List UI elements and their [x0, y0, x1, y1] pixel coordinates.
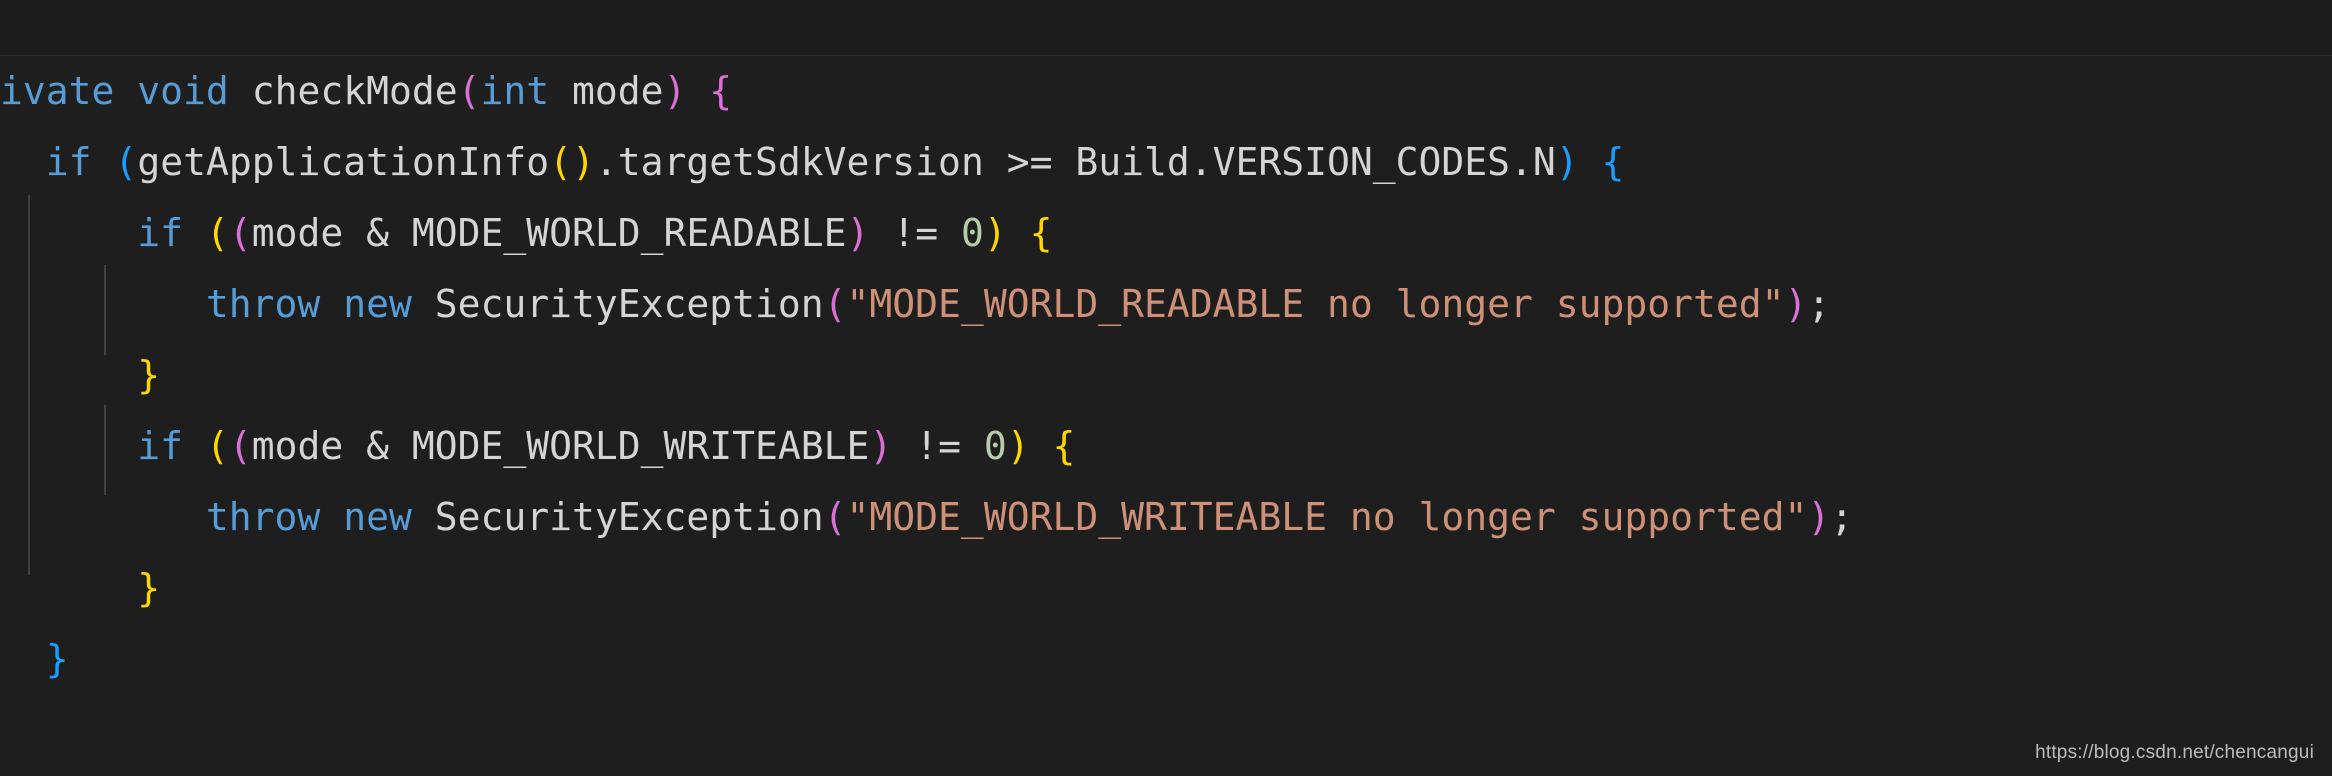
code-token: }	[137, 353, 161, 397]
code-token: (	[823, 495, 847, 539]
indent-guide-line	[104, 405, 106, 495]
code-token: .targetSdkVersion >= Build.VERSION_CODES…	[594, 140, 1556, 184]
code-token: "MODE_WORLD_WRITEABLE no longer supporte…	[846, 495, 1808, 539]
code-token: void	[137, 69, 229, 113]
code-token: )	[846, 211, 870, 255]
code-line[interactable]: if ((mode & MODE_WORLD_READABLE) != 0) {	[0, 198, 2332, 269]
watermark-url: https://blog.csdn.net/chencangui	[2035, 742, 2314, 763]
code-token: throw	[205, 495, 321, 539]
code-token: }	[45, 637, 69, 681]
code-line[interactable]: }	[0, 340, 2332, 411]
code-token: (	[457, 69, 481, 113]
code-token: getApplicationInfo	[137, 140, 550, 184]
code-token: SecurityException	[434, 495, 824, 539]
code-token: !=	[869, 211, 961, 255]
code-token: if	[45, 140, 92, 184]
code-token: )	[1807, 495, 1831, 539]
code-token: {	[1052, 424, 1076, 468]
code-token: 0	[960, 211, 984, 255]
code-line[interactable]: }	[0, 553, 2332, 624]
code-token: ;	[1830, 495, 1854, 539]
code-token: mode & MODE_WORLD_READABLE	[251, 211, 847, 255]
code-token: (	[114, 140, 138, 184]
code-line[interactable]: if (getApplicationInfo().targetSdkVersio…	[0, 127, 2332, 198]
code-token: checkMode	[251, 69, 458, 113]
code-token: mode	[549, 69, 664, 113]
code-token: )	[869, 424, 893, 468]
code-content[interactable]: ivate void checkMode(int mode) { if (get…	[0, 56, 2332, 695]
code-token: SecurityException	[434, 282, 824, 326]
indent-guide-line	[104, 265, 106, 355]
code-token: if	[137, 211, 184, 255]
code-token: ;	[1807, 282, 1831, 326]
code-token: ivate	[0, 69, 115, 113]
code-token: new	[343, 282, 412, 326]
code-token: {	[1029, 211, 1053, 255]
code-token: "MODE_WORLD_READABLE no longer supported…	[846, 282, 1785, 326]
code-token: (	[205, 211, 229, 255]
code-token: )	[983, 211, 1007, 255]
code-token: )	[1555, 140, 1579, 184]
code-token: new	[343, 495, 412, 539]
code-token: mode & MODE_WORLD_WRITEABLE	[251, 424, 870, 468]
code-token: (	[205, 424, 229, 468]
code-token: }	[137, 566, 161, 610]
code-token: (	[228, 424, 252, 468]
code-line[interactable]: if ((mode & MODE_WORLD_WRITEABLE) != 0) …	[0, 411, 2332, 482]
code-token: {	[709, 69, 733, 113]
code-token: if	[137, 424, 184, 468]
code-token: !=	[892, 424, 984, 468]
code-token: (	[228, 211, 252, 255]
code-token: )	[1006, 424, 1030, 468]
code-editor[interactable]: ivate void checkMode(int mode) { if (get…	[0, 0, 2332, 776]
code-line[interactable]: }	[0, 624, 2332, 695]
code-token: throw	[205, 282, 321, 326]
code-token: {	[1601, 140, 1625, 184]
code-token: )	[663, 69, 687, 113]
code-line[interactable]: throw new SecurityException("MODE_WORLD_…	[0, 482, 2332, 553]
code-token: 0	[983, 424, 1007, 468]
code-line[interactable]: ivate void checkMode(int mode) {	[0, 56, 2332, 127]
code-token: (	[823, 282, 847, 326]
code-line[interactable]: throw new SecurityException("MODE_WORLD_…	[0, 269, 2332, 340]
code-token: int	[480, 69, 550, 113]
code-token: )	[1784, 282, 1808, 326]
editor-top-band	[0, 0, 2332, 55]
indent-guide-line	[28, 195, 30, 575]
code-token: ()	[549, 140, 595, 184]
